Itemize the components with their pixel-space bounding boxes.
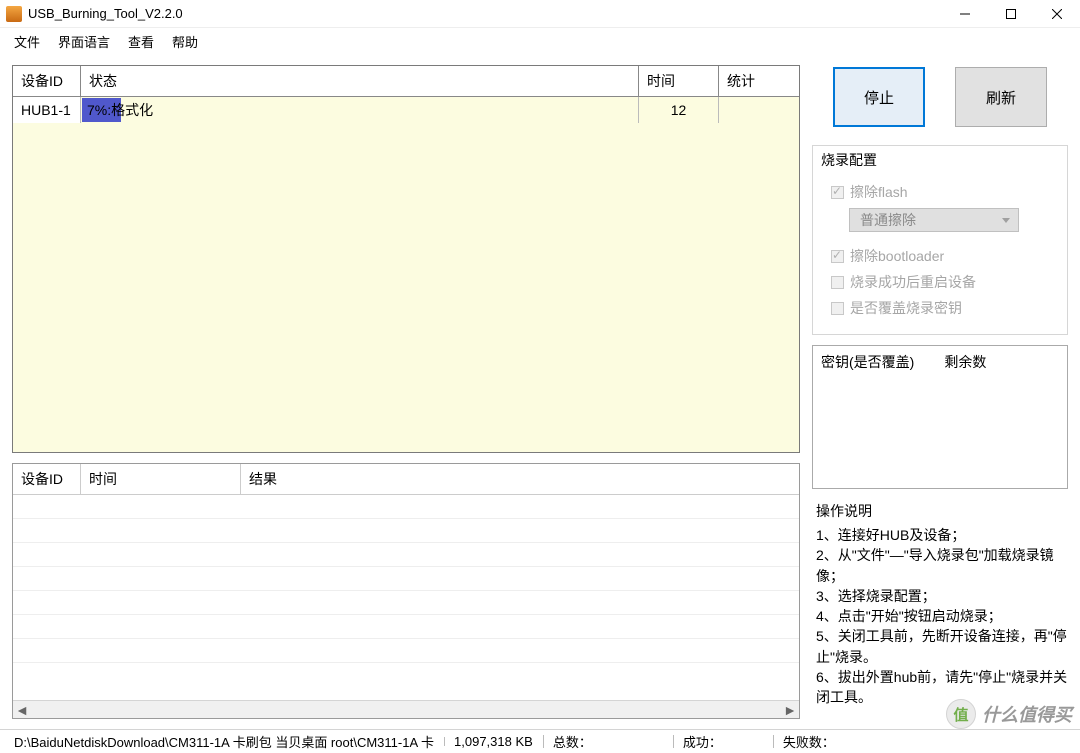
device-status-table: 设备ID 状态 时间 统计 HUB1-1 7%:格式化 12 (12, 65, 800, 453)
refresh-button[interactable]: 刷新 (955, 67, 1047, 127)
scroll-left-icon[interactable]: ◄ (13, 701, 31, 718)
key-list-panel: 密钥(是否覆盖) 剩余数 (812, 345, 1068, 489)
table-row (13, 543, 799, 567)
result-table-wrap: 设备ID 时间 结果 ◄ ► (12, 463, 800, 719)
label-reboot: 烧录成功后重启设备 (850, 272, 976, 292)
erase-mode-select: 普通擦除 (849, 208, 1019, 232)
table-row (13, 591, 799, 615)
label-erase-flash: 擦除flash (850, 182, 908, 202)
col-device-id-2[interactable]: 设备ID (13, 464, 81, 494)
help-line: 1、连接好HUB及设备； (816, 525, 1068, 545)
col-result[interactable]: 结果 (241, 464, 799, 494)
status-bar: D:\BaiduNetdiskDownload\CM311-1A 卡刷包 当贝桌… (0, 729, 1080, 753)
checkbox-overwrite-key (831, 302, 844, 315)
cell-time: 12 (639, 97, 719, 123)
key-col-2: 剩余数 (944, 352, 986, 372)
app-icon (6, 6, 22, 22)
scroll-track[interactable] (31, 701, 781, 718)
burn-config-title: 烧录配置 (813, 146, 1067, 172)
menu-view[interactable]: 查看 (120, 30, 162, 53)
progress-text: 7%:格式化 (81, 100, 153, 120)
table-row (13, 639, 799, 663)
menu-file[interactable]: 文件 (6, 30, 48, 53)
opt-erase-flash: 擦除flash (831, 182, 1057, 202)
label-overwrite-key: 是否覆盖烧录密钥 (850, 298, 962, 318)
table-row (13, 519, 799, 543)
col-status[interactable]: 状态 (81, 66, 639, 96)
cell-status-progress: 7%:格式化 (81, 97, 639, 123)
table-row (13, 615, 799, 639)
title-bar: USB_Burning_Tool_V2.2.0 (0, 0, 1080, 28)
opt-reboot-after: 烧录成功后重启设备 (831, 272, 1057, 292)
help-body: 1、连接好HUB及设备； 2、从"文件"—"导入烧录包"加载烧录镜像； 3、选择… (812, 525, 1068, 708)
opt-erase-bootloader: 擦除bootloader (831, 246, 1057, 266)
menu-language[interactable]: 界面语言 (50, 30, 118, 53)
table-row (13, 495, 799, 519)
col-device-id[interactable]: 设备ID (13, 66, 81, 96)
opt-overwrite-key: 是否覆盖烧录密钥 (831, 298, 1057, 318)
checkbox-erase-bootloader (831, 250, 844, 263)
table-row (13, 567, 799, 591)
help-line: 6、拔出外置hub前，请先"停止"烧录并关闭工具。 (816, 667, 1068, 708)
result-table: 设备ID 时间 结果 (13, 464, 799, 700)
status-total: 总数： (543, 732, 673, 751)
col-time[interactable]: 时间 (639, 66, 719, 96)
help-panel: 操作说明 1、连接好HUB及设备； 2、从"文件"—"导入烧录包"加载烧录镜像；… (812, 499, 1068, 708)
help-line: 4、点击"开始"按钮启动烧录； (816, 606, 1068, 626)
cell-device-id: HUB1-1 (13, 97, 81, 123)
close-button[interactable] (1034, 0, 1080, 28)
status-fail: 失败数： (773, 732, 1076, 751)
key-col-1: 密钥(是否覆盖) (821, 352, 914, 372)
maximize-button[interactable] (988, 0, 1034, 28)
minimize-button[interactable] (942, 0, 988, 28)
help-title: 操作说明 (812, 499, 1068, 525)
menu-help[interactable]: 帮助 (164, 30, 206, 53)
help-line: 2、从"文件"—"导入烧录包"加载烧录镜像； (816, 545, 1068, 586)
menu-bar: 文件 界面语言 查看 帮助 (0, 28, 1080, 54)
help-line: 5、关闭工具前，先断开设备连接，再"停止"烧录。 (816, 626, 1068, 667)
label-erase-bootloader: 擦除bootloader (850, 246, 944, 266)
checkbox-erase-flash (831, 186, 844, 199)
checkbox-reboot (831, 276, 844, 289)
window-title: USB_Burning_Tool_V2.2.0 (28, 6, 942, 21)
table-row[interactable]: HUB1-1 7%:格式化 12 (13, 97, 799, 123)
col-stat[interactable]: 统计 (719, 66, 799, 96)
horizontal-scrollbar[interactable]: ◄ ► (13, 700, 799, 718)
status-size: 1,097,318 KB (444, 734, 543, 749)
col-time-2[interactable]: 时间 (81, 464, 241, 494)
stop-button[interactable]: 停止 (833, 67, 925, 127)
help-line: 3、选择烧录配置； (816, 586, 1068, 606)
burn-config-panel: 烧录配置 擦除flash 普通擦除 擦除bootloader 烧录成功后重启设备 (812, 145, 1068, 335)
scroll-right-icon[interactable]: ► (781, 701, 799, 718)
status-path: D:\BaiduNetdiskDownload\CM311-1A 卡刷包 当贝桌… (4, 732, 444, 751)
status-success: 成功： (673, 732, 773, 751)
cell-stat (719, 97, 799, 123)
